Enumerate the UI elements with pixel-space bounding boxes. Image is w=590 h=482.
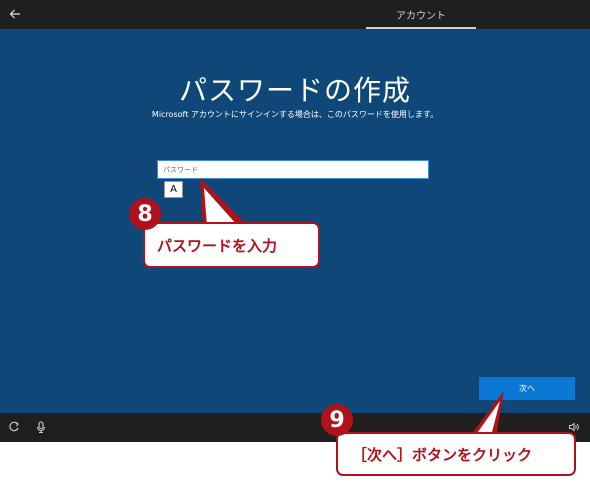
top-bar: アカウント <box>0 0 590 29</box>
back-arrow-icon <box>9 9 20 19</box>
oobe-screen: アカウント パスワードの作成 Microsoft アカウントにサインインする場合… <box>0 0 590 482</box>
back-button[interactable] <box>4 3 26 25</box>
page-title: パスワードの作成 <box>178 74 411 107</box>
callout-8-text: パスワードを入力 <box>157 236 278 255</box>
callout-enter-password: パスワードを入力 <box>143 222 320 268</box>
callout-click-next: ［次へ］ボタンをクリック <box>336 432 576 476</box>
ease-of-access-icon <box>9 421 19 432</box>
password-input[interactable] <box>157 160 429 179</box>
tab-account[interactable]: アカウント <box>366 0 476 29</box>
microphone-button[interactable] <box>34 420 48 434</box>
step-badge-8: 8 <box>129 198 161 230</box>
callout-9-text: ［次へ］ボタンをクリック <box>352 445 533 464</box>
page-subtitle: Microsoft アカウントにサインインする場合は、このパスワードを使用します… <box>151 110 439 119</box>
main-panel: パスワードの作成 Microsoft アカウントにサインインする場合は、このパス… <box>0 29 590 413</box>
ease-of-access-button[interactable] <box>7 420 21 434</box>
ime-mode-indicator: A <box>164 181 183 198</box>
next-button[interactable]: 次へ <box>479 377 575 400</box>
step-badge-9: 9 <box>321 404 353 436</box>
microphone-icon <box>36 421 46 433</box>
